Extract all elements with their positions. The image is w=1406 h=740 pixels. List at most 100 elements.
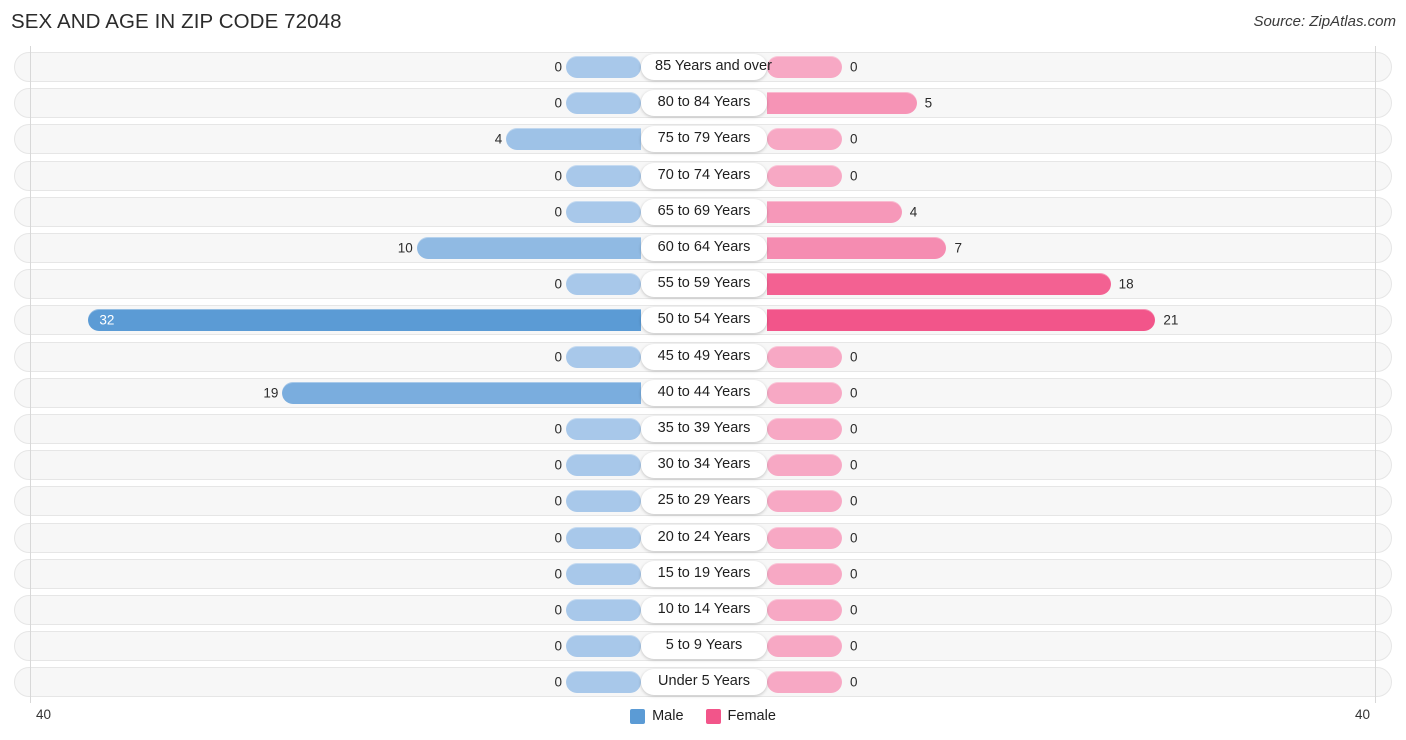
value-label-male: 0 (554, 421, 562, 437)
bar-female[interactable] (767, 273, 1111, 296)
age-group-label: 75 to 79 Years (641, 126, 767, 153)
bar-male[interactable] (566, 562, 641, 585)
age-group-label: 60 to 64 Years (641, 235, 767, 261)
chart-page: SEX AND AGE IN ZIP CODE 72048 Source: Zi… (0, 0, 1406, 740)
value-label-female: 21 (1163, 312, 1179, 328)
bar-male[interactable] (566, 635, 641, 658)
age-group-label: 80 to 84 Years (641, 90, 767, 117)
legend-item[interactable]: Male (630, 708, 684, 724)
bar-female[interactable] (767, 454, 842, 477)
table-row: 0 0 25 to 29 Years (14, 486, 1392, 517)
legend-label: Female (727, 708, 776, 724)
value-label-female: 7 (954, 240, 962, 256)
table-row: 4 0 75 to 79 Years (14, 124, 1392, 155)
bar-female[interactable] (767, 418, 842, 440)
bar-male[interactable] (566, 92, 641, 115)
value-label-female: 4 (909, 204, 918, 220)
bar-female[interactable] (767, 164, 842, 187)
age-group-label: 35 to 39 Years (641, 416, 767, 442)
axis-line-left (30, 46, 31, 703)
value-label-female: 0 (850, 602, 858, 618)
value-label-female: 18 (1118, 276, 1134, 292)
value-label-male: 0 (554, 530, 562, 546)
age-group-label: 30 to 34 Years (641, 452, 767, 479)
value-label-male: 0 (554, 457, 562, 473)
bar-male[interactable] (566, 418, 641, 440)
bar-male[interactable] (566, 671, 641, 694)
axis-line-right (1375, 46, 1376, 703)
table-row: 0 0 Under 5 Years (14, 667, 1392, 698)
bar-female[interactable] (767, 56, 842, 78)
bar-female[interactable] (767, 526, 842, 549)
value-label-male: 0 (554, 602, 562, 618)
table-row: 0 0 85 Years and over (14, 52, 1392, 82)
value-label-female: 0 (850, 530, 858, 546)
table-row: 0 0 5 to 9 Years (14, 631, 1392, 662)
value-label-male: 0 (554, 95, 562, 111)
value-label-male: 0 (554, 493, 562, 509)
table-row: 0 0 15 to 19 Years (14, 558, 1392, 589)
value-label-male: 0 (554, 566, 562, 582)
bar-male[interactable] (88, 309, 641, 332)
table-row: 0 0 35 to 39 Years (14, 414, 1392, 444)
bar-female[interactable] (767, 671, 842, 694)
bar-male[interactable] (566, 599, 641, 621)
value-label-male: 0 (554, 276, 562, 292)
bar-female[interactable] (767, 345, 842, 368)
bar-male[interactable] (566, 164, 641, 187)
bar-female[interactable] (767, 309, 1156, 332)
table-row: 0 0 70 to 74 Years (14, 160, 1392, 191)
age-group-label: 15 to 19 Years (641, 560, 767, 587)
bar-female[interactable] (767, 562, 842, 585)
value-label-female: 0 (850, 168, 858, 184)
bar-female[interactable] (767, 635, 842, 658)
bar-male[interactable] (566, 490, 641, 513)
bar-male[interactable] (566, 273, 641, 296)
bar-male[interactable] (282, 381, 641, 404)
bar-male[interactable] (566, 200, 641, 223)
page-title: SEX AND AGE IN ZIP CODE 72048 (11, 10, 342, 33)
legend-item[interactable]: Female (705, 708, 776, 724)
bar-male[interactable] (506, 128, 641, 151)
age-group-label: 25 to 29 Years (641, 488, 767, 515)
bar-female[interactable] (767, 92, 917, 115)
table-row: 0 0 30 to 34 Years (14, 450, 1392, 481)
value-label-female: 0 (850, 385, 858, 401)
age-group-label: 70 to 74 Years (641, 162, 767, 189)
age-group-label: 5 to 9 Years (641, 633, 767, 660)
value-label-female: 0 (850, 493, 858, 509)
bar-female[interactable] (767, 128, 842, 151)
value-label-male: 0 (554, 674, 562, 690)
value-label-female: 0 (850, 638, 858, 654)
bar-female[interactable] (767, 200, 902, 223)
value-label-female: 0 (850, 457, 858, 473)
value-label-female: 0 (850, 59, 858, 75)
age-group-label: 65 to 69 Years (641, 198, 767, 225)
age-group-label: 85 Years and over (641, 54, 772, 80)
chart-footer: 40 40 Male Female (0, 703, 1406, 740)
bar-male[interactable] (566, 345, 641, 368)
bar-male[interactable] (416, 237, 641, 259)
value-label-male: 19 (263, 385, 279, 401)
value-label-male: 10 (397, 240, 413, 256)
bar-female[interactable] (767, 490, 842, 513)
table-row: 19 0 40 to 44 Years (14, 377, 1392, 408)
value-label-male: 0 (554, 59, 562, 75)
age-group-label: 20 to 24 Years (641, 524, 767, 551)
bar-male[interactable] (566, 454, 641, 477)
bar-female[interactable] (767, 237, 947, 259)
value-label-female: 0 (850, 674, 858, 690)
value-label-male: 0 (554, 349, 562, 365)
value-label-female: 0 (850, 421, 858, 437)
bar-male[interactable] (566, 56, 641, 78)
value-label-female: 0 (850, 131, 858, 147)
bar-male[interactable] (566, 526, 641, 549)
table-row: 0 5 80 to 84 Years (14, 88, 1392, 119)
table-row: 0 0 10 to 14 Years (14, 595, 1392, 625)
bar-female[interactable] (767, 599, 842, 621)
legend-label: Male (652, 708, 684, 724)
age-group-label: 50 to 54 Years (641, 307, 767, 334)
value-label-male: 0 (554, 168, 562, 184)
table-row: 0 4 65 to 69 Years (14, 196, 1392, 227)
bar-female[interactable] (767, 381, 842, 404)
